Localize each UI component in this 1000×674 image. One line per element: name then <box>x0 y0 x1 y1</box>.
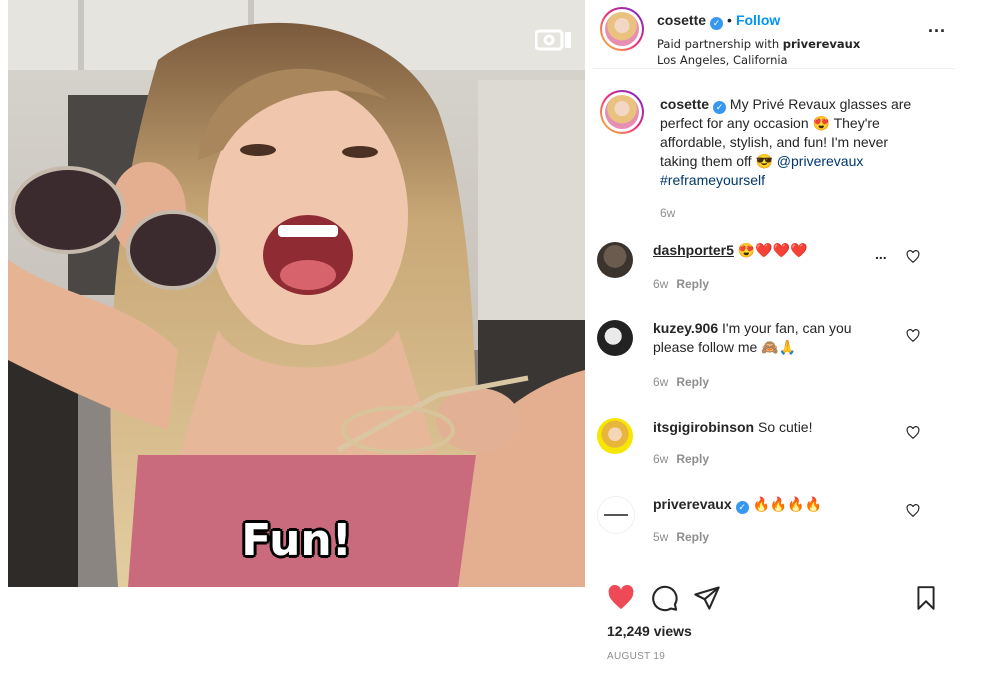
commenter-avatar[interactable] <box>597 418 633 454</box>
partnership-prefix: Paid partnership with <box>657 37 783 51</box>
separator-dot: • <box>727 12 732 28</box>
more-horizontal-icon: ... <box>928 16 947 36</box>
follow-button[interactable]: Follow <box>736 12 780 28</box>
comment-like-heart-icon[interactable] <box>906 250 920 264</box>
comment-text: 😍❤️❤️❤️ <box>737 242 808 258</box>
partnership-line: Paid partnership with priverevaux <box>657 36 860 53</box>
comment-item: itsgigirobinson So cutie! 6w Reply <box>593 414 933 474</box>
commenter-avatar[interactable] <box>597 320 633 356</box>
comment-time[interactable]: 6w <box>653 452 668 466</box>
video-frame <box>8 0 585 587</box>
partner-link[interactable]: priverevaux <box>783 37 860 51</box>
verified-badge-icon: ✓ <box>735 501 749 514</box>
verified-badge-icon: ✓ <box>710 17 724 30</box>
verified-badge-icon: ✓ <box>713 101 727 114</box>
post-actions <box>607 584 947 614</box>
comment-time[interactable]: 6w <box>653 277 668 291</box>
caption-mention-link[interactable]: @priverevaux <box>777 153 864 169</box>
commenter-avatar[interactable] <box>597 496 635 534</box>
reply-button[interactable]: Reply <box>676 452 709 466</box>
author-avatar[interactable] <box>600 7 644 51</box>
post-header: cosette ✓ • Follow Paid partnership with pr… <box>593 0 955 69</box>
reply-button[interactable]: Reply <box>676 375 709 389</box>
video-overlay-caption: Fun! <box>241 515 352 566</box>
post-date[interactable]: AUGUST 19 <box>607 651 665 662</box>
comment-item: dashporter5 😍❤️❤️❤️ ... 6w Reply <box>593 238 933 308</box>
comment-text: 🔥🔥🔥🔥 <box>752 496 823 512</box>
heart-filled-icon[interactable] <box>607 584 635 612</box>
location-link[interactable]: Los Angeles, California <box>657 52 788 69</box>
bookmark-icon[interactable] <box>913 584 939 612</box>
caption-author-avatar[interactable] <box>600 90 644 134</box>
comment-like-heart-icon[interactable] <box>906 426 920 440</box>
paper-plane-icon[interactable] <box>693 584 721 612</box>
post-caption: cosette ✓ My Privé Revaux glasses are per… <box>660 95 920 223</box>
post-side-panel: cosette ✓ • Follow Paid partnership with pr… <box>593 0 963 674</box>
commenter-avatar[interactable] <box>597 242 633 278</box>
comment-like-heart-icon[interactable] <box>906 504 920 518</box>
view-count[interactable]: 12,249 views <box>607 623 692 639</box>
comment-username[interactable]: dashporter5 <box>653 242 734 258</box>
comment-username[interactable]: itsgigirobinson <box>653 419 754 435</box>
comment-item: priverevaux ✓ 🔥🔥🔥🔥 5w Reply <box>593 492 933 552</box>
comment-text: So cutie! <box>758 419 813 435</box>
caption-hashtag-link[interactable]: #reframeyourself <box>660 172 765 188</box>
comment-time[interactable]: 6w <box>653 375 668 389</box>
caption-time[interactable]: 6w <box>660 204 920 223</box>
comment-item: kuzey.906 I'm your fan, can you please f… <box>593 316 933 396</box>
comment-like-heart-icon[interactable] <box>906 329 920 343</box>
reply-button[interactable]: Reply <box>676 530 709 544</box>
video-camera-icon <box>535 28 575 52</box>
author-username[interactable]: cosette <box>657 12 706 28</box>
comment-username[interactable]: kuzey.906 <box>653 320 718 336</box>
more-options-button[interactable]: ... <box>928 16 946 37</box>
comment-bubble-icon[interactable] <box>651 584 679 612</box>
caption-username[interactable]: cosette <box>660 96 709 112</box>
post-video[interactable]: Fun! <box>8 0 585 587</box>
reply-button[interactable]: Reply <box>676 277 709 291</box>
comment-time[interactable]: 5w <box>653 530 668 544</box>
brand-logo-icon <box>604 514 628 516</box>
comment-more-icon[interactable]: ... <box>875 246 887 262</box>
comment-username[interactable]: priverevaux <box>653 496 732 512</box>
